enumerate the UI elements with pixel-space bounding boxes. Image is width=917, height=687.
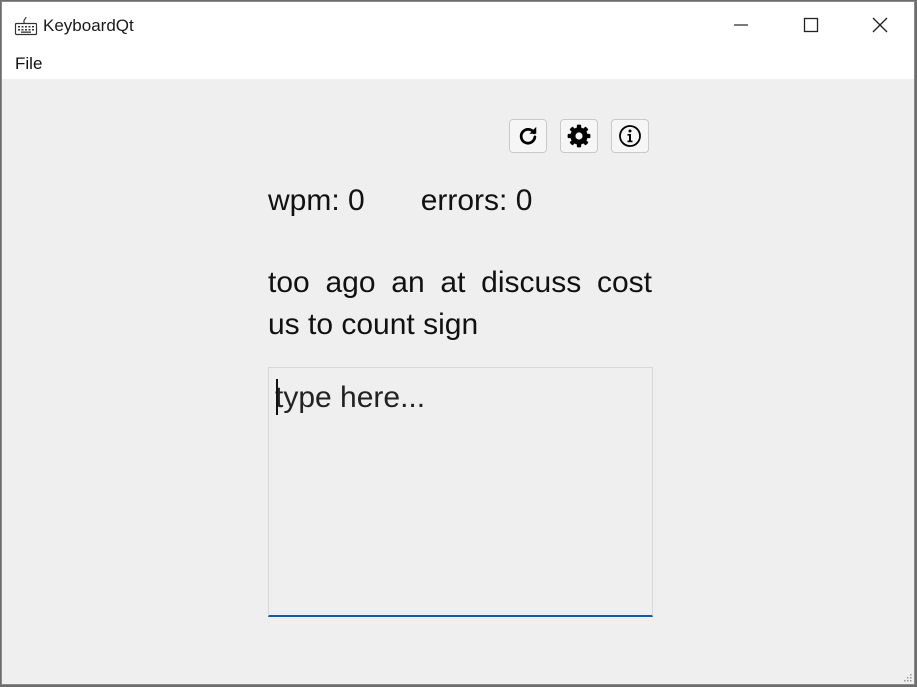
close-icon [872, 17, 887, 33]
maximize-icon [803, 17, 818, 33]
info-button[interactable] [611, 119, 649, 153]
restart-button[interactable] [509, 119, 547, 153]
title-bar[interactable]: KeyboardQt [2, 2, 914, 48]
prompt-text: too ago an at discuss cost us to count s… [268, 266, 652, 341]
minimize-icon [733, 24, 748, 26]
close-button[interactable] [845, 2, 914, 48]
maximize-button[interactable] [776, 2, 845, 48]
minimize-button[interactable] [706, 2, 775, 48]
settings-button[interactable] [560, 119, 598, 153]
resize-grip-icon[interactable] [902, 672, 912, 682]
wpm-label: wpm: 0 [268, 184, 365, 217]
menu-file[interactable]: File [14, 54, 43, 74]
text-caret [276, 379, 278, 415]
gear-icon [567, 124, 591, 148]
stats-row: wpm: 0 errors: 0 [268, 182, 532, 220]
refresh-icon [519, 126, 537, 145]
window-title: KeyboardQt [43, 16, 134, 35]
typing-input[interactable] [269, 368, 652, 615]
keyboard-icon [14, 16, 38, 36]
app-window: KeyboardQt File wpm: 0 errors: 0 too ago… [1, 1, 915, 685]
menu-bar: File [2, 48, 914, 79]
errors-label: errors: 0 [420, 184, 533, 217]
info-icon [619, 125, 641, 147]
typing-area[interactable] [268, 367, 653, 617]
